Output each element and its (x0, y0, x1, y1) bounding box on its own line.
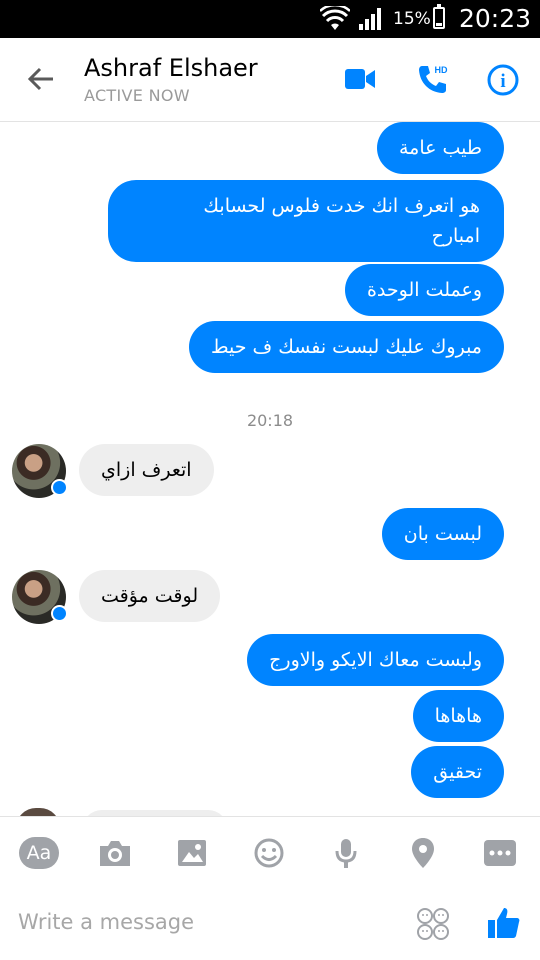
message-input[interactable]: Write a message (18, 910, 194, 934)
wifi-icon (320, 6, 350, 30)
info-glyph: i (500, 71, 505, 92)
camera-button[interactable] (97, 835, 133, 871)
gallery-button[interactable] (174, 835, 210, 871)
contact-avatar[interactable] (12, 570, 68, 624)
message-line: امبارح (431, 225, 480, 247)
outgoing-message[interactable]: تحقيق (411, 746, 504, 798)
message-composer: Write a message (0, 888, 540, 960)
message-list[interactable]: طيب عامة هو اتعرف انك خدت فلوس لحسابك ام… (0, 122, 540, 816)
hd-badge: HD (435, 65, 448, 75)
outgoing-message[interactable]: ولبست معاك الايكو والاورج (247, 634, 504, 686)
text-format-button[interactable]: Aa (19, 835, 59, 871)
emoji-icon (254, 838, 284, 868)
more-button[interactable] (482, 835, 518, 871)
composer-toolbar: Aa (0, 816, 540, 888)
location-icon (412, 838, 434, 868)
contact-avatar-partial (16, 808, 60, 816)
battery-percent: 15% (393, 9, 431, 29)
location-button[interactable] (405, 835, 441, 871)
incoming-message[interactable]: اتعرف ازاي (79, 444, 214, 496)
emoji-button[interactable] (251, 835, 287, 871)
outgoing-message[interactable]: مبروك عليك لبست نفسك ف حيط (188, 321, 504, 373)
info-icon[interactable]: i (486, 63, 520, 97)
signal-icon (359, 8, 381, 30)
message-timestamp: 20:18 (246, 411, 294, 430)
contact-avatar[interactable] (12, 444, 68, 498)
thumbs-up-icon[interactable] (486, 905, 522, 941)
outgoing-message[interactable]: لبست بان (381, 508, 504, 560)
camera-icon (100, 841, 130, 866)
video-call-icon[interactable] (344, 66, 376, 92)
incoming-message[interactable]: لوقت مؤقت (79, 570, 221, 622)
back-arrow-icon[interactable] (26, 64, 56, 94)
message-line: هو اتعرف انك خدت فلوس لحسابك (203, 195, 480, 217)
contact-name[interactable]: Ashraf Elshaer (84, 54, 258, 82)
text-format-icon: Aa (19, 837, 59, 869)
conversation-header: Ashraf Elshaer ACTIVE NOW HD i (0, 38, 540, 122)
microphone-icon (335, 839, 357, 868)
stickers-icon[interactable] (416, 907, 450, 941)
messenger-badge-icon (51, 479, 68, 496)
status-clock: 20:23 (459, 4, 532, 33)
messenger-badge-icon (51, 605, 68, 622)
battery-icon (433, 4, 445, 29)
outgoing-message[interactable]: هو اتعرف انك خدت فلوس لحسابك امبارح (108, 180, 504, 262)
outgoing-message[interactable]: هاهاها (412, 690, 504, 742)
gallery-icon (178, 840, 206, 866)
more-icon (484, 840, 516, 866)
hd-call-icon[interactable]: HD (416, 62, 450, 96)
outgoing-message[interactable]: وعملت الوحدة (344, 264, 504, 316)
active-status: ACTIVE NOW (84, 86, 190, 105)
status-bar: 15% 20:23 (0, 0, 540, 38)
outgoing-message[interactable]: طيب عامة (376, 122, 504, 174)
microphone-button[interactable] (328, 835, 364, 871)
